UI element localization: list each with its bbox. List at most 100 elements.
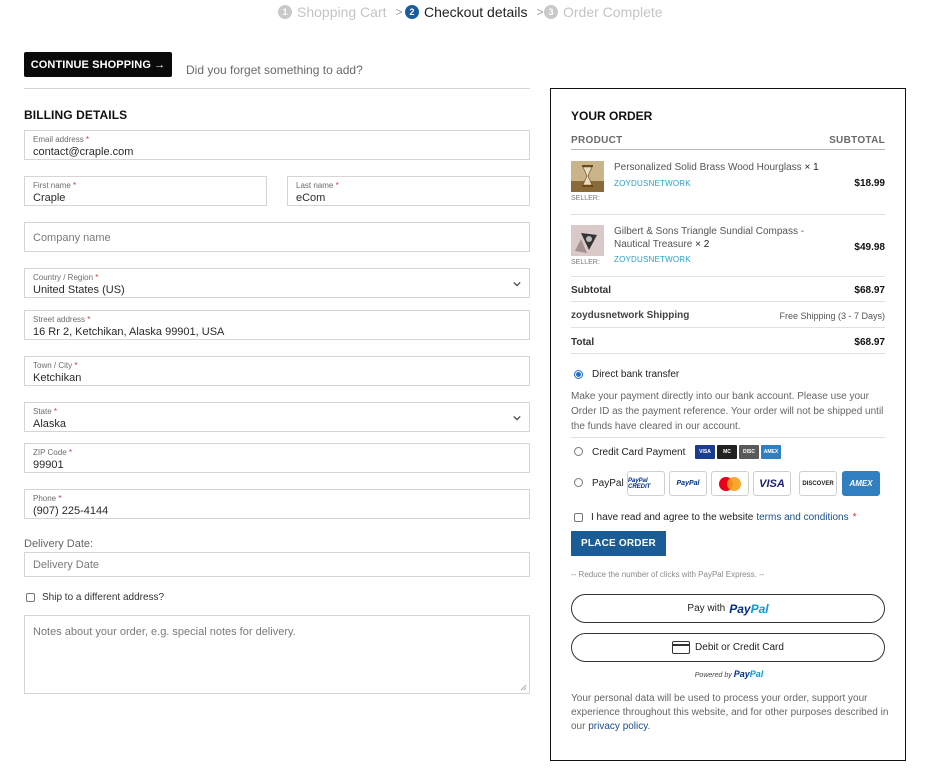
step-number: 2: [405, 5, 419, 19]
required-mark: *: [73, 181, 77, 190]
amex-icon: AMEX: [842, 471, 880, 496]
privacy-end: .: [647, 721, 651, 732]
product-vendor[interactable]: ZOYDUSNETWORK: [614, 179, 691, 188]
last-name-value: eCom: [296, 192, 326, 204]
discover-icon: DISCOVER: [799, 471, 837, 496]
order-title: YOUR ORDER: [571, 109, 653, 123]
col-product-header: PRODUCT: [571, 135, 623, 146]
chevron-down-icon: [513, 281, 521, 287]
terms-text: I have read and agree to the website: [591, 512, 754, 523]
total-label: Total: [571, 337, 595, 348]
country-value: United States (US): [33, 284, 125, 296]
phone-value: (907) 225-4144: [33, 505, 109, 517]
required-mark: *: [335, 181, 339, 190]
first-name-field[interactable]: First name * Craple: [24, 176, 267, 206]
notes-placeholder: Notes about your order, e.g. special not…: [33, 626, 296, 638]
product-image-hourglass[interactable]: [571, 161, 604, 192]
street-address-field[interactable]: Street address * 16 Rr 2, Ketchikan, Ala…: [24, 310, 530, 340]
billing-title: BILLING DETAILS: [24, 108, 128, 122]
privacy-policy-link[interactable]: privacy policy: [588, 721, 647, 732]
email-field[interactable]: Email address * contact@craple.com: [24, 130, 530, 160]
paypal-logo: PayPal: [734, 669, 764, 679]
product-name[interactable]: Personalized Solid Brass Wood Hourglass …: [614, 161, 824, 174]
terms-link[interactable]: terms and conditions: [756, 512, 848, 523]
paypal-button[interactable]: Pay with PayPal: [571, 594, 885, 623]
shipping-value: Free Shipping (3 - 7 Days): [779, 311, 885, 321]
terms-row: I have read and agree to the website ter…: [574, 512, 857, 523]
state-value: Alaska: [33, 418, 67, 430]
zip-field[interactable]: ZIP Code * 99901: [24, 443, 530, 473]
bank-transfer-label[interactable]: Direct bank transfer: [592, 369, 679, 380]
paypal-logo-pal: Pal: [749, 669, 764, 679]
divider: [24, 88, 530, 89]
subtotal-value: $68.97: [854, 285, 885, 296]
seller-label: SELLER:: [571, 195, 600, 202]
credit-card-label[interactable]: Credit Card Payment: [592, 447, 685, 458]
visa-icon: VISA: [753, 471, 791, 496]
visa-icon: VISA: [695, 445, 715, 459]
product-image-compass[interactable]: [571, 225, 604, 256]
divider: [571, 301, 885, 302]
paypal-button-prefix: Pay with: [687, 603, 726, 614]
mastercard-icon: [711, 471, 749, 496]
bank-transfer-radio[interactable]: [574, 370, 583, 379]
resize-grip-icon[interactable]: [520, 684, 527, 691]
product-qty: × 1: [804, 162, 819, 173]
debit-button-label: Debit or Credit Card: [695, 642, 784, 653]
divider: [571, 149, 885, 150]
first-name-label: First name: [33, 181, 71, 190]
debit-credit-card-button[interactable]: Debit or Credit Card: [571, 633, 885, 662]
chevron-right-icon: >: [536, 5, 544, 19]
divider: [571, 353, 885, 354]
first-name-value: Craple: [33, 192, 66, 204]
ship-different-checkbox[interactable]: [26, 593, 35, 602]
last-name-field[interactable]: Last name * eCom: [287, 176, 530, 206]
terms-checkbox[interactable]: [574, 513, 583, 522]
last-name-label: Last name: [296, 181, 334, 190]
delivery-date-placeholder: Delivery Date: [33, 559, 100, 571]
city-field[interactable]: Town / City * Ketchikan: [24, 356, 530, 386]
step-shopping-cart[interactable]: 1 Shopping Cart >: [278, 4, 403, 20]
discover-icon: DISC: [739, 445, 759, 459]
amex-icon: AMEX: [761, 445, 781, 459]
forgot-text: Did you forget something to add?: [186, 63, 363, 77]
company-placeholder: Company name: [33, 232, 111, 244]
step-number: 3: [544, 5, 558, 19]
divider: [571, 276, 885, 277]
paypal-radio[interactable]: [574, 478, 583, 487]
paypal-label[interactable]: PayPal: [592, 478, 624, 489]
col-subtotal-header: SUBTOTAL: [829, 135, 885, 146]
bank-transfer-description: Make your payment directly into our bank…: [571, 391, 884, 432]
ship-different-row: Ship to a different address?: [26, 592, 164, 603]
shipping-label: zoydusnetwork Shipping: [571, 310, 690, 321]
required-mark: *: [95, 273, 99, 282]
phone-field[interactable]: Phone * (907) 225-4144: [24, 489, 530, 519]
privacy-notice: Your personal data will be used to proce…: [571, 692, 891, 734]
company-field[interactable]: Company name: [24, 222, 530, 252]
country-select[interactable]: Country / Region * United States (US): [24, 268, 530, 298]
street-label: Street address: [33, 315, 86, 324]
city-value: Ketchikan: [33, 372, 82, 384]
credit-card-radio[interactable]: [574, 447, 583, 456]
checkout-steps: 1 Shopping Cart > 2 Checkout details > 3…: [0, 4, 950, 22]
seller-label: SELLER:: [571, 259, 600, 266]
zip-value: 99901: [33, 459, 64, 471]
country-label: Country / Region: [33, 273, 94, 282]
required-mark: *: [852, 512, 857, 523]
product-vendor[interactable]: ZOYDUSNETWORK: [614, 255, 691, 264]
delivery-date-input[interactable]: Delivery Date: [24, 552, 530, 577]
step-checkout-details[interactable]: 2 Checkout details >: [405, 4, 544, 20]
product-name[interactable]: Gilbert & Sons Triangle Sundial Compass …: [614, 225, 824, 251]
required-mark: *: [85, 135, 90, 144]
mastercard-circles: [719, 476, 741, 491]
step-order-complete[interactable]: 3 Order Complete: [544, 4, 663, 20]
place-order-button[interactable]: PLACE ORDER: [571, 531, 666, 556]
paypal-icon: PayPal: [669, 471, 707, 496]
paypal-logo: PayPal: [729, 602, 768, 616]
reduce-clicks-text: -- Reduce the number of clicks with PayP…: [571, 570, 765, 579]
continue-shopping-button[interactable]: CONTINUE SHOPPING →: [24, 52, 172, 77]
state-select[interactable]: State * Alaska: [24, 402, 530, 432]
step-label: Checkout details: [424, 4, 528, 20]
order-notes-textarea[interactable]: Notes about your order, e.g. special not…: [24, 615, 530, 694]
delivery-date-label: Delivery Date:: [24, 538, 94, 550]
